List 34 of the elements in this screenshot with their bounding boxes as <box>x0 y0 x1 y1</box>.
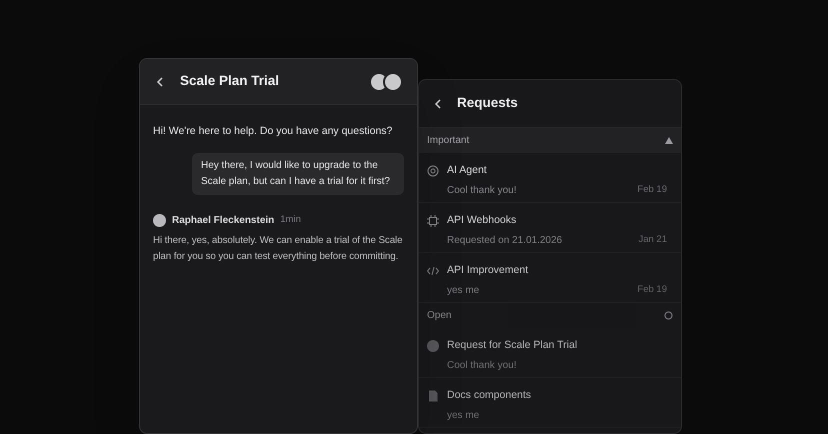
request-date: Feb 19 <box>637 183 667 198</box>
code-icon <box>427 265 439 277</box>
request-preview: Cool thank you! <box>447 184 516 198</box>
panel-title: Requests <box>457 94 518 112</box>
request-title: API Improvement <box>447 263 530 278</box>
avatar-icon <box>427 340 439 352</box>
request-date: Jan 21 <box>638 233 667 248</box>
request-preview: yes me <box>447 408 480 423</box>
request-preview: yes me <box>447 284 480 298</box>
chat-title: Scale Plan Trial <box>180 72 280 90</box>
chat-message: Hi! We're here to help. Do you have any questions? <box>153 124 394 139</box>
triangle-icon <box>665 137 673 144</box>
request-title: Request for Scale Plan Trial <box>447 338 578 353</box>
request-date: Feb 19 <box>637 283 667 298</box>
request-row[interactable]: AI Agent Cool thank you! Feb 19 <box>419 153 681 203</box>
document-icon <box>427 390 439 402</box>
chevron-left-icon <box>434 98 442 108</box>
request-row[interactable]: Request for Scale Plan Trial Cool thank you! <box>419 328 681 378</box>
section-header[interactable]: Important <box>419 128 681 153</box>
request-row[interactable]: Docs components yes me <box>419 378 681 428</box>
request-preview: Cool thank you! <box>447 358 516 373</box>
request-row[interactable]: API Webhooks Requested on 21.01.2026 Jan 21 <box>419 203 681 253</box>
message-bubble: Hey there, I would like to upgrade to the Scale plan, but can I have a trial for it first? <box>192 152 404 195</box>
avatar <box>153 214 166 227</box>
request-preview: Requested on 21.01.2026 <box>447 234 562 248</box>
author-name: Raphael Fleckenstein <box>172 214 274 228</box>
chevron-left-icon <box>156 76 164 86</box>
request-title: AI Agent <box>447 163 488 178</box>
message-time: 1min <box>280 213 301 228</box>
request-title: Docs components <box>447 388 532 403</box>
request-title: API Webhooks <box>447 213 518 228</box>
circle-icon <box>664 311 673 320</box>
chip-icon <box>427 215 439 227</box>
chat-message: Hi there, yes, absolutely. We can enable a trial of the Scale plan for you so you can test everything before committing. <box>153 234 404 264</box>
